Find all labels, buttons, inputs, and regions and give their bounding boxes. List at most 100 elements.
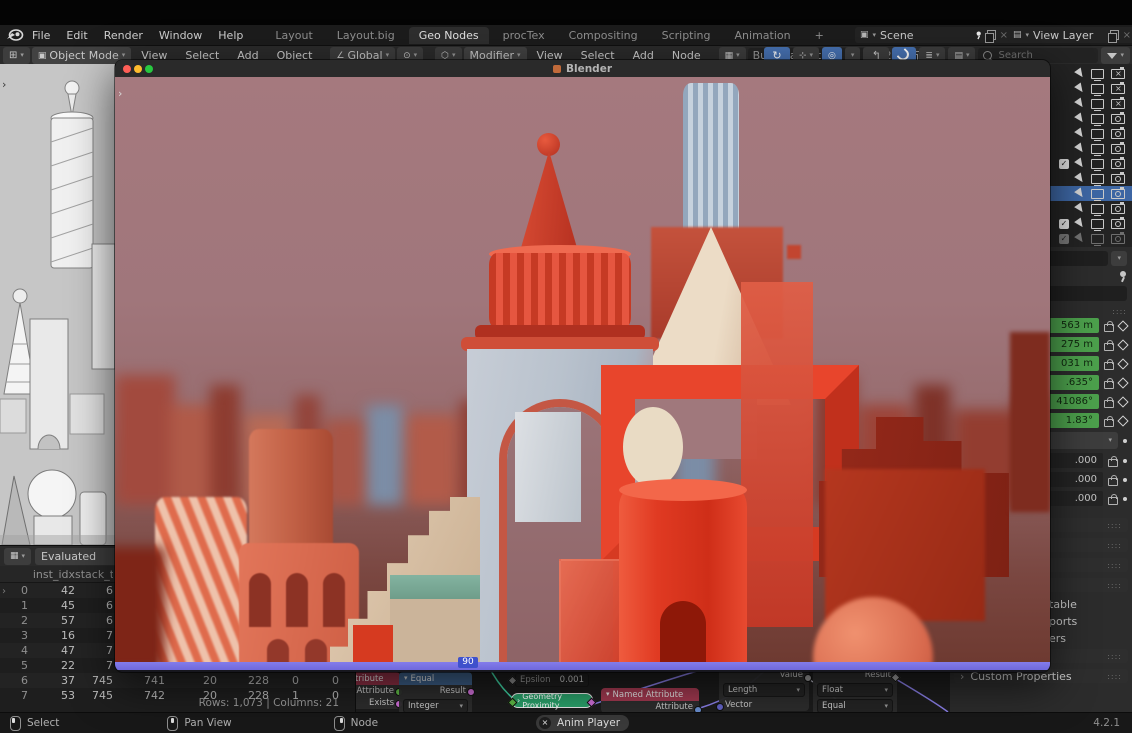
tab-scripting[interactable]: Scripting — [652, 27, 721, 44]
minimize-window-button[interactable] — [134, 65, 142, 73]
tab-proctex[interactable]: procTex — [493, 27, 555, 44]
menu-help[interactable]: Help — [210, 29, 251, 42]
menu-render[interactable]: Render — [96, 29, 151, 42]
disable-render-icon[interactable] — [1111, 219, 1125, 229]
keyframe-icon[interactable] — [1117, 339, 1128, 350]
render-window[interactable]: Blender — [115, 60, 1050, 672]
keyframe-icon[interactable] — [1117, 396, 1128, 407]
selectable-icon[interactable] — [1074, 173, 1086, 185]
selectable-icon[interactable] — [1074, 113, 1086, 125]
checkbox-icon[interactable] — [1059, 234, 1069, 244]
add-workspace-button[interactable]: + — [805, 27, 834, 44]
compare-operation-dropdown[interactable]: Equal▾ — [817, 699, 893, 712]
selectable-icon[interactable] — [1074, 68, 1086, 80]
hide-viewport-icon[interactable] — [1091, 69, 1104, 79]
zoom-window-button[interactable] — [145, 65, 153, 73]
tab-geo-nodes[interactable]: Geo Nodes — [409, 27, 489, 44]
filter-dropdown[interactable]: ▾ — [1101, 47, 1130, 64]
hide-viewport-icon[interactable] — [1091, 99, 1104, 109]
current-frame-chip[interactable]: 90 — [458, 657, 478, 668]
disable-render-icon[interactable] — [1111, 234, 1125, 244]
selectable-icon[interactable] — [1074, 128, 1086, 140]
unlink-scene-icon[interactable]: × — [1000, 30, 1008, 41]
menu-window[interactable]: Window — [151, 29, 210, 42]
context-dropdown[interactable]: ▾ — [1111, 251, 1127, 266]
animate-dot[interactable] — [1123, 478, 1127, 482]
pin-scene-icon[interactable] — [974, 31, 981, 39]
lock-icon[interactable] — [1104, 381, 1114, 389]
node-named-attribute-partial[interactable]: tribute Attribute Exists — [355, 672, 400, 709]
hide-viewport-icon[interactable] — [1091, 114, 1104, 124]
menu-file[interactable]: File — [24, 29, 58, 42]
window-titlebar[interactable]: Blender — [115, 60, 1050, 77]
disable-render-icon[interactable] — [1111, 84, 1125, 94]
sidebar-toggle-chevron[interactable]: › — [2, 78, 6, 91]
view-layer-selector[interactable]: ▤▾ View Layer × — [1008, 27, 1132, 43]
panel-drag-handle[interactable]: :::: — [1112, 307, 1127, 316]
disable-render-icon[interactable] — [1111, 99, 1125, 109]
spreadsheet-editor-type-button[interactable]: ▦▾ — [4, 548, 31, 565]
checkbox-icon[interactable] — [1059, 159, 1069, 169]
lock-icon[interactable] — [1104, 324, 1114, 332]
column-header-inst-idx[interactable]: inst_idx — [28, 568, 75, 581]
menu-edit[interactable]: Edit — [58, 29, 95, 42]
new-view-layer-icon[interactable] — [1110, 30, 1119, 40]
length-mode-dropdown[interactable]: Length▾ — [723, 683, 805, 697]
blender-logo-icon[interactable] — [6, 28, 24, 42]
selectable-icon[interactable] — [1074, 188, 1086, 200]
hide-viewport-icon[interactable] — [1091, 204, 1104, 214]
anim-player-pill[interactable]: × Anim Player — [536, 715, 629, 731]
close-window-button[interactable] — [123, 65, 131, 73]
hide-viewport-icon[interactable] — [1091, 129, 1104, 139]
disable-render-icon[interactable] — [1111, 129, 1125, 139]
column-header-stack-to[interactable]: stack_to — [75, 568, 113, 581]
socket-value-out[interactable] — [804, 674, 812, 682]
lock-icon[interactable] — [1108, 459, 1118, 467]
tab-compositing[interactable]: Compositing — [559, 27, 648, 44]
disable-render-icon[interactable] — [1111, 69, 1125, 79]
disable-render-icon[interactable] — [1111, 144, 1125, 154]
selectable-icon[interactable] — [1074, 158, 1086, 170]
keyframe-icon[interactable] — [1117, 377, 1128, 388]
socket-vector-in[interactable] — [716, 703, 724, 711]
hide-viewport-icon[interactable] — [1091, 144, 1104, 154]
table-row[interactable]: 6377457412022800 — [0, 673, 355, 688]
disable-render-icon[interactable] — [1111, 204, 1125, 214]
node-equal[interactable]: ▾Equal Result Integer▾ — [399, 672, 472, 712]
node-geometry-proximity[interactable]: Epsilon0.001 ›Geometry Proximity — [511, 667, 593, 708]
hide-viewport-icon[interactable] — [1091, 189, 1104, 199]
node-compare[interactable]: Result Float▾ Equal▾ — [813, 669, 897, 712]
lock-icon[interactable] — [1104, 419, 1114, 427]
disable-render-icon[interactable] — [1111, 189, 1125, 199]
remove-view-layer-icon[interactable]: × — [1123, 30, 1131, 41]
viewport-editor-type-button[interactable]: ⊞▾ — [3, 47, 30, 64]
tab-layout[interactable]: Layout — [265, 27, 322, 44]
proximity-collapsed-header[interactable]: ›Geometry Proximity — [511, 693, 593, 708]
tab-layout-big[interactable]: Layout.big — [327, 27, 405, 44]
anim-progress-bar[interactable] — [115, 662, 1050, 670]
checkbox-icon[interactable] — [1059, 219, 1069, 229]
disable-render-icon[interactable] — [1111, 174, 1125, 184]
lock-icon[interactable] — [1104, 400, 1114, 408]
selectable-icon[interactable] — [1074, 233, 1086, 245]
selectable-icon[interactable] — [1074, 83, 1086, 95]
animate-dot[interactable] — [1123, 439, 1127, 443]
region-toggle-chevron[interactable]: › — [118, 87, 122, 100]
hide-viewport-icon[interactable] — [1091, 159, 1104, 169]
selectable-icon[interactable] — [1074, 143, 1086, 155]
pin-properties-icon[interactable] — [1117, 270, 1127, 282]
scene-selector[interactable]: ▣▾ Scene × — [855, 27, 1013, 43]
keyframe-icon[interactable] — [1117, 358, 1128, 369]
lock-icon[interactable] — [1108, 497, 1118, 505]
animate-dot[interactable] — [1123, 459, 1127, 463]
left-3d-viewport[interactable]: › — [0, 64, 115, 545]
lock-icon[interactable] — [1108, 478, 1118, 486]
selectable-icon[interactable] — [1074, 203, 1086, 215]
stop-player-icon[interactable]: × — [539, 717, 551, 729]
row-expand-chevron[interactable]: › — [2, 586, 6, 597]
epsilon-field[interactable]: Epsilon0.001 — [515, 673, 589, 687]
hide-viewport-icon[interactable] — [1091, 84, 1104, 94]
selectable-icon[interactable] — [1074, 98, 1086, 110]
tab-animation[interactable]: Animation — [725, 27, 801, 44]
disable-render-icon[interactable] — [1111, 114, 1125, 124]
